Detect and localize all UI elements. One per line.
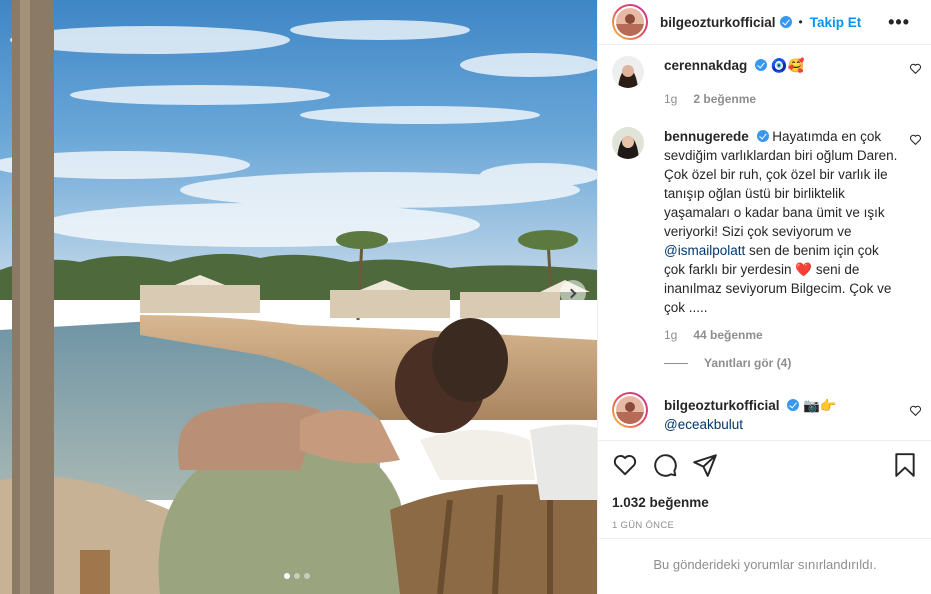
beach-photo-image: [0, 0, 597, 594]
comment-text: 📷👉: [803, 398, 837, 413]
header-divider: [598, 44, 931, 45]
comment-meta: 1g 2 beğenme: [664, 92, 922, 106]
comments-limited-notice: Bu gönderideki yorumlar sınırlandırıldı.: [653, 557, 877, 572]
verified-badge-icon: [756, 130, 769, 142]
verified-badge-icon: [779, 16, 792, 28]
comment-likes[interactable]: 44 beğenme: [693, 328, 762, 342]
carousel-indicator: [284, 573, 310, 579]
comment-mention-link[interactable]: @eceakbulut: [664, 417, 743, 432]
share-icon[interactable]: [692, 452, 718, 478]
post-photo[interactable]: [0, 0, 597, 594]
post-header: bilgeozturkofficial • Takip Et •••: [598, 0, 931, 44]
separator-dot: •: [798, 15, 803, 29]
likes-count[interactable]: 1.032 beğenme: [612, 495, 709, 510]
comment-item: cerennakdag 🧿🥰 1g 2 beğenme: [612, 56, 922, 106]
carousel-next-button[interactable]: [560, 280, 586, 306]
comment-time: 1g: [664, 328, 678, 342]
comment-icon[interactable]: [652, 452, 678, 478]
comment-body: bennugerede Hayatımda en çok sevdiğim va…: [664, 127, 900, 317]
like-comment-heart-icon[interactable]: [909, 133, 922, 146]
comment-username[interactable]: bennugerede: [664, 129, 749, 144]
action-bar: [612, 452, 918, 480]
heart-icon[interactable]: [612, 452, 638, 478]
bookmark-icon[interactable]: [892, 452, 918, 478]
footer-divider: [598, 538, 931, 539]
author-username[interactable]: bilgeozturkofficial: [660, 15, 776, 30]
comment-meta: 1g 44 beğenme: [664, 328, 922, 342]
actions-divider: [598, 440, 931, 441]
view-replies-button[interactable]: Yanıtları gör (4): [664, 356, 791, 370]
carousel-dot: [304, 573, 310, 579]
instagram-post: bilgeozturkofficial • Takip Et ••• ceren…: [0, 0, 931, 594]
post-sidebar: bilgeozturkofficial • Takip Et ••• ceren…: [597, 0, 931, 594]
more-options-icon[interactable]: •••: [888, 12, 910, 33]
like-comment-heart-icon[interactable]: [909, 62, 922, 75]
comment-username[interactable]: cerennakdag: [664, 58, 747, 73]
post-timestamp[interactable]: 1 GÜN ÖNCE: [612, 520, 674, 531]
view-replies-label: Yanıtları gör (4): [704, 356, 792, 370]
chevron-right-icon: [566, 288, 577, 298]
commenter-avatar[interactable]: [612, 56, 644, 88]
comment-item: bennugerede Hayatımda en çok sevdiğim va…: [612, 127, 922, 342]
author-avatar[interactable]: [612, 4, 648, 40]
commenter-avatar[interactable]: [612, 392, 648, 428]
carousel-dot-active: [284, 573, 290, 579]
follow-button[interactable]: Takip Et: [810, 15, 862, 30]
verified-badge-icon: [787, 399, 800, 411]
comment-text: Hayatımda en çok sevdiğim varlıklardan b…: [664, 129, 898, 239]
commenter-avatar[interactable]: [612, 127, 644, 159]
comment-likes[interactable]: 2 beğenme: [693, 92, 756, 106]
replies-line: [664, 362, 688, 364]
comment-mention-link[interactable]: @ismailpolatt: [664, 243, 745, 258]
carousel-dot: [294, 573, 300, 579]
comment-text: 🧿🥰: [770, 58, 805, 73]
like-comment-heart-icon[interactable]: [909, 404, 922, 417]
comment-username[interactable]: bilgeozturkofficial: [664, 398, 780, 413]
verified-badge-icon: [755, 59, 768, 71]
comment-time: 1g: [664, 92, 678, 106]
red-heart-emoji: ❤️: [795, 262, 813, 277]
comment-item: bilgeozturkofficial 📷👉 @eceakbulut: [612, 392, 922, 434]
